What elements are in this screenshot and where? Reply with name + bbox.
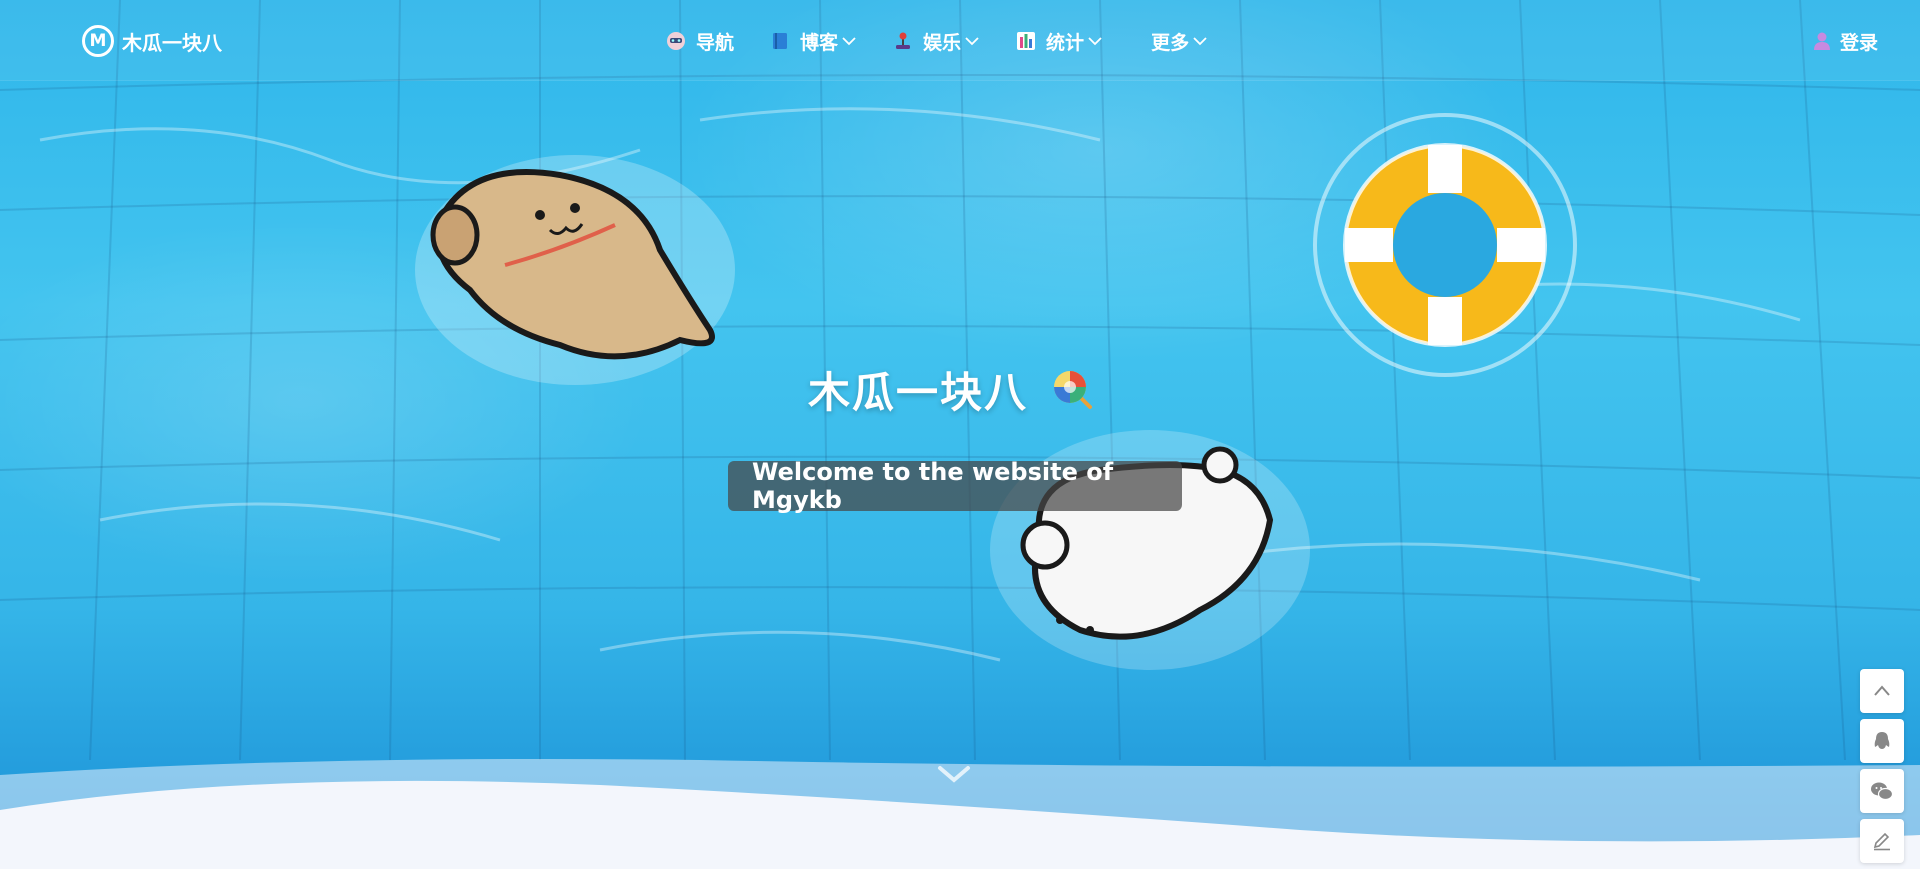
nav-item-label: 更多: [1151, 31, 1190, 54]
edit-pen-icon: [1873, 832, 1890, 851]
hero-subtitle: Welcome to the website of Mgykb: [728, 458, 1182, 514]
main-menu: 导航 博客 娱乐 统计 更多: [666, 24, 1208, 58]
nav-item-blog[interactable]: 博客: [770, 28, 857, 55]
scroll-down-chevron-icon[interactable]: [936, 762, 972, 786]
login-button[interactable]: 登录: [1812, 24, 1878, 58]
chevron-down-icon: [841, 33, 857, 49]
robot-face-icon: [666, 31, 686, 51]
side-toolbar: [1860, 669, 1904, 869]
user-icon: [1812, 31, 1832, 51]
wechat-button[interactable]: [1860, 769, 1904, 813]
swim-ring-illustration: [1313, 113, 1577, 377]
nav-item-label: 博客: [800, 31, 839, 54]
login-label: 登录: [1840, 31, 1879, 54]
chevron-down-icon: [964, 33, 980, 49]
hero-title: 木瓜一块八: [808, 367, 1029, 417]
joystick-icon: [893, 31, 913, 51]
nav-item-more[interactable]: 更多: [1151, 28, 1208, 55]
arrow-up-icon: [1874, 685, 1890, 696]
bar-chart-icon: [1016, 31, 1036, 51]
floating-bear-illustration: [415, 155, 735, 385]
lollipop-icon: [1054, 371, 1093, 409]
edit-button[interactable]: [1860, 819, 1904, 863]
nav-item-label: 娱乐: [923, 31, 962, 54]
brand-logo-icon: M: [82, 25, 114, 57]
nav-item-label: 导航: [696, 31, 735, 54]
wechat-icon: [1871, 782, 1894, 801]
qq-button[interactable]: [1860, 719, 1904, 763]
top-navbar: M 木瓜一块八 导航 博客 娱乐 统计 更多 登录: [0, 0, 1920, 81]
pool-water-background: [0, 0, 1920, 869]
nav-item-entertainment[interactable]: 娱乐: [893, 28, 980, 55]
nav-item-label: 统计: [1046, 31, 1085, 54]
brand-link[interactable]: M 木瓜一块八: [82, 24, 222, 58]
back-to-top-button[interactable]: [1860, 669, 1904, 713]
nav-item-statistics[interactable]: 统计: [1016, 28, 1103, 55]
nav-item-navigation[interactable]: 导航: [666, 28, 734, 55]
chevron-down-icon: [1192, 33, 1208, 49]
brand-name: 木瓜一块八: [122, 30, 222, 55]
blue-book-icon: [770, 31, 790, 51]
qq-penguin-icon: [1874, 732, 1890, 749]
hero-banner: M 木瓜一块八 导航 博客 娱乐 统计 更多 登录 木瓜一块八 Welcome …: [0, 0, 1920, 869]
hero-title-group: 木瓜一块八: [808, 362, 1094, 417]
chevron-down-icon: [1087, 33, 1103, 49]
